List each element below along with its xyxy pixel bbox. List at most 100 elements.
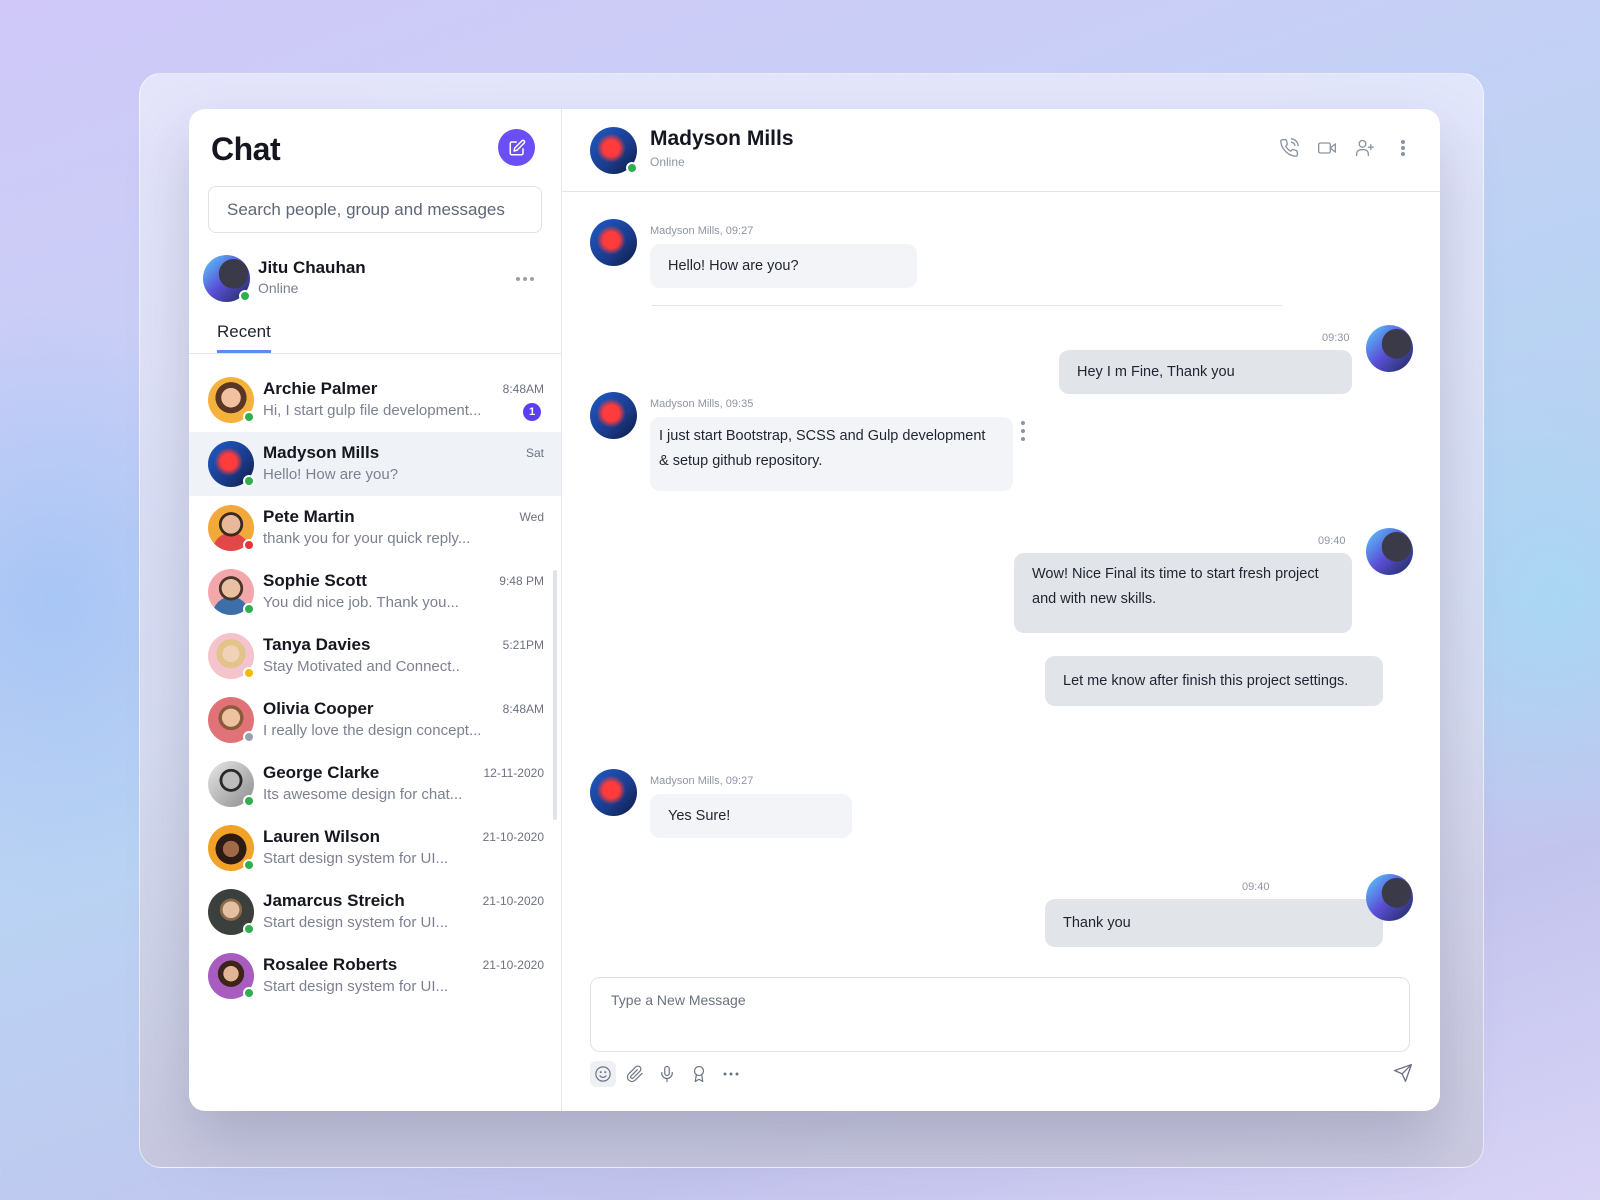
more-options-button[interactable] [1392, 137, 1414, 159]
message-time: 9:48 PM [499, 574, 544, 588]
composer-toolbar [590, 1061, 744, 1087]
video-call-button[interactable] [1316, 137, 1338, 159]
message-time: 12-11-2020 [483, 766, 545, 780]
voice-call-button[interactable] [1278, 137, 1300, 159]
conversation-item[interactable]: Rosalee Roberts Start design system for … [189, 944, 561, 1008]
message-text-line: Wow! Nice Final its time to start fresh … [1032, 566, 1319, 582]
message-preview: You did nice job. Thank you... [263, 594, 459, 611]
new-chat-button[interactable] [498, 129, 535, 166]
emoji-button[interactable] [590, 1061, 616, 1087]
online-status-dot [626, 162, 638, 174]
message-time: 21-10-2020 [482, 894, 544, 908]
badge-button[interactable] [686, 1061, 712, 1087]
emoji-icon [595, 1066, 611, 1082]
avatar[interactable] [203, 255, 251, 302]
voice-message-button[interactable] [654, 1061, 680, 1087]
attach-button[interactable] [622, 1061, 648, 1087]
message-time: 21-10-2020 [482, 830, 544, 844]
award-icon [693, 1065, 705, 1083]
message-text-line: and with new skills. [1032, 591, 1157, 607]
message-time: 21-10-2020 [482, 958, 544, 972]
message-bubble[interactable]: Wow! Nice Final its time to start fresh … [1014, 553, 1352, 633]
conversation-list: Archie Palmer Hi, I start gulp file deve… [189, 368, 561, 1008]
avatar [590, 219, 637, 266]
message-bubble[interactable]: Hey I m Fine, Thank you [1059, 350, 1352, 394]
tab-recent[interactable]: Recent [217, 322, 271, 353]
message-meta: 09:40 [1318, 535, 1346, 547]
message-bubble[interactable]: Hello! How are you? [650, 244, 917, 288]
avatar [208, 953, 255, 999]
chat-header: Madyson Mills Online [562, 109, 1440, 192]
conversation-item[interactable]: Jamarcus Streich Start design system for… [189, 880, 561, 944]
chat-header-actions [1278, 137, 1414, 159]
contact-status: Online [650, 155, 685, 169]
message-preview: Start design system for UI... [263, 914, 449, 931]
avatar [208, 441, 255, 487]
avatar [590, 769, 637, 816]
edit-icon [509, 139, 525, 155]
status-dot [243, 859, 255, 871]
microphone-icon [661, 1065, 673, 1083]
status-dot [243, 731, 255, 743]
more-tools-button[interactable] [718, 1061, 744, 1087]
message-meta: 09:40 [1242, 881, 1270, 893]
message-meta: 09:30 [1322, 332, 1350, 344]
conversation-item[interactable]: Madyson Mills Hello! How are you? Sat [189, 432, 561, 496]
conversation-item[interactable]: Archie Palmer Hi, I start gulp file deve… [189, 368, 561, 432]
status-dot [243, 923, 255, 935]
message-text: Let me know after finish this project se… [1063, 673, 1349, 689]
unread-badge: 1 [523, 403, 541, 421]
message-bubble[interactable]: Thank you [1045, 899, 1383, 947]
contact-name: Madyson Mills [263, 443, 380, 462]
video-camera-icon [1318, 142, 1336, 154]
add-participant-button[interactable] [1354, 137, 1376, 159]
message-time: 8:48AM [502, 702, 544, 716]
chat-panel: Madyson Mills Online Madyson Mills, 09:2… [562, 109, 1440, 1111]
more-vertical-icon [1401, 140, 1405, 156]
message-bubble[interactable]: I just start Bootstrap, SCSS and Gulp de… [650, 417, 1013, 491]
more-horizontal-icon [723, 1072, 739, 1076]
conversation-item[interactable]: Lauren Wilson Start design system for UI… [189, 816, 561, 880]
avatar [590, 392, 637, 439]
contact-name: Jamarcus Streich [263, 891, 405, 910]
status-dot [243, 667, 255, 679]
conversation-item[interactable]: Pete Martin thank you for your quick rep… [189, 496, 561, 560]
conversation-item[interactable]: George Clarke Its awesome design for cha… [189, 752, 561, 816]
current-user-name: Jitu Chauhan [258, 258, 366, 277]
contact-name: Madyson Mills [650, 127, 794, 150]
avatar [1366, 325, 1413, 372]
status-dot [243, 795, 255, 807]
message-meta: Madyson Mills, 09:27 [650, 225, 754, 237]
contact-name: Tanya Davies [263, 635, 371, 654]
message-preview: Stay Motivated and Connect.. [263, 658, 460, 675]
status-dot [243, 539, 255, 551]
avatar [1366, 528, 1413, 575]
message-bubble[interactable]: Yes Sure! [650, 794, 852, 838]
online-status-dot [239, 290, 251, 302]
message-bubble[interactable]: Let me know after finish this project se… [1045, 656, 1383, 706]
avatar [208, 697, 255, 743]
more-vertical-icon[interactable] [1019, 421, 1027, 441]
contact-name: Archie Palmer [263, 379, 378, 398]
conversation-list-scrollbar[interactable] [553, 570, 557, 820]
more-horizontal-icon[interactable] [510, 269, 540, 289]
avatar [208, 889, 255, 935]
avatar [208, 569, 255, 615]
send-button[interactable] [1391, 1061, 1415, 1085]
conversation-item[interactable]: Tanya Davies Stay Motivated and Connect.… [189, 624, 561, 688]
message-input[interactable] [590, 977, 1410, 1052]
contact-name: Rosalee Roberts [263, 955, 398, 974]
conversation-item[interactable]: Olivia Cooper I really love the design c… [189, 688, 561, 752]
message-preview: Start design system for UI... [263, 850, 449, 867]
sidebar-title: Chat [211, 131, 281, 167]
message-meta: Madyson Mills, 09:27 [650, 775, 754, 787]
avatar [208, 505, 255, 551]
avatar[interactable] [590, 127, 638, 174]
status-dot [243, 603, 255, 615]
search-input[interactable] [208, 186, 542, 233]
chat-app-window: Chat Jitu Chauhan Online Recent Archie P… [189, 109, 1440, 1111]
conversation-item[interactable]: Sophie Scott You did nice job. Thank you… [189, 560, 561, 624]
message-time: Wed [519, 510, 544, 524]
message-time: 5:21PM [502, 638, 544, 652]
contact-name: Olivia Cooper [263, 699, 374, 718]
